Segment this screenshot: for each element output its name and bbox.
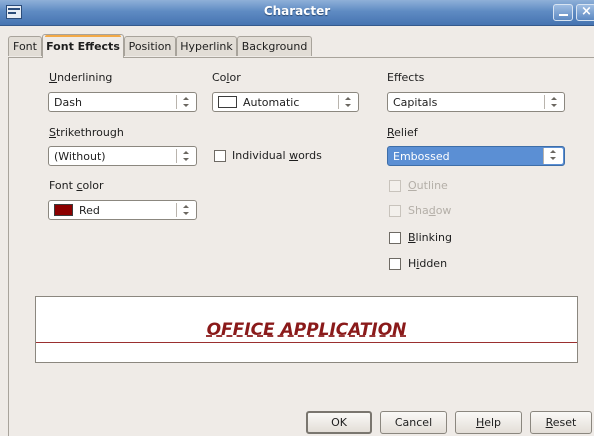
- mnemonic: d: [428, 204, 436, 217]
- outline-checkbox[interactable]: [389, 180, 401, 192]
- close-button[interactable]: ×: [576, 4, 594, 21]
- blinking-label[interactable]: Blinking: [408, 231, 452, 244]
- tab-hyperlink[interactable]: Hyperlink: [176, 36, 237, 56]
- close-icon: ×: [581, 4, 592, 19]
- tab-font[interactable]: Font: [8, 36, 42, 56]
- automatic-swatch: [218, 96, 237, 108]
- label-text: elief: [394, 126, 418, 139]
- spin-arrows-icon[interactable]: [176, 203, 196, 217]
- text-preview: OFFICE APPLICATION: [35, 296, 578, 363]
- font-color-value: Red: [79, 204, 100, 217]
- relief-label: Relief: [387, 126, 418, 139]
- font-color-select[interactable]: Red: [48, 200, 197, 220]
- spin-arrows-icon[interactable]: [338, 95, 358, 109]
- hidden-label[interactable]: Hidden: [408, 257, 447, 270]
- strikethrough-select[interactable]: (Without): [48, 146, 197, 166]
- preview-text: OFFICE APPLICATION: [206, 320, 407, 340]
- color-select[interactable]: Automatic: [212, 92, 359, 112]
- tab-label: Font Effects: [46, 40, 120, 53]
- spin-arrows-icon[interactable]: [176, 95, 196, 109]
- button-text: elp: [484, 416, 502, 429]
- label-text: or: [229, 71, 241, 84]
- label-text: trikethrough: [55, 126, 124, 139]
- font-color-label: Font color: [49, 179, 104, 192]
- mnemonic: O: [408, 179, 417, 192]
- mnemonic: U: [49, 71, 58, 84]
- label-text: ow: [435, 204, 452, 217]
- title-bar[interactable]: Character ×: [0, 0, 594, 26]
- label-text: utline: [416, 179, 448, 192]
- label-text: olor: [82, 179, 104, 192]
- shadow-checkbox[interactable]: [389, 205, 401, 217]
- minimize-button[interactable]: [553, 4, 573, 21]
- red-swatch: [54, 204, 73, 216]
- tab-background[interactable]: Background: [237, 36, 312, 56]
- tab-font-effects[interactable]: Font Effects: [42, 34, 124, 58]
- shadow-label: Shadow: [408, 204, 451, 217]
- label-text: Co: [212, 71, 227, 84]
- hidden-checkbox[interactable]: [389, 258, 401, 270]
- reset-button[interactable]: Reset: [530, 411, 592, 434]
- mnemonic: S: [49, 126, 56, 139]
- effects-label: Effects: [387, 71, 425, 84]
- effects-value: Capitals: [393, 96, 438, 109]
- underlining-value: Dash: [54, 96, 82, 109]
- color-label: Color: [212, 71, 241, 84]
- strikethrough-label: Strikethrough: [49, 126, 124, 139]
- label-text: Font: [49, 179, 77, 192]
- help-button[interactable]: Help: [455, 411, 522, 434]
- blinking-checkbox[interactable]: [389, 232, 401, 244]
- mnemonic: R: [545, 416, 553, 429]
- effects-select[interactable]: Capitals: [387, 92, 565, 112]
- button-text: eset: [552, 416, 577, 429]
- spin-arrows-icon[interactable]: [176, 149, 196, 163]
- underlining-label: Underlining: [49, 71, 112, 84]
- label-text: nderlining: [57, 71, 113, 84]
- relief-value: Embossed: [393, 150, 450, 163]
- minimize-icon: [559, 14, 568, 16]
- label-text: Individual: [232, 149, 290, 162]
- relief-select[interactable]: Embossed: [387, 146, 565, 166]
- label-text: dden: [419, 257, 448, 270]
- label-text: Sha: [408, 204, 429, 217]
- individual-words-checkbox[interactable]: [214, 150, 226, 162]
- tab-position[interactable]: Position: [124, 36, 176, 56]
- ok-button[interactable]: OK: [306, 411, 372, 434]
- tab-label: Position: [128, 40, 172, 53]
- spin-arrows-icon[interactable]: [544, 95, 564, 109]
- tab-label: Background: [241, 40, 308, 53]
- mnemonic: B: [408, 231, 416, 244]
- outline-label: Outline: [408, 179, 448, 192]
- tab-label: Font: [13, 40, 37, 53]
- strikethrough-value: (Without): [54, 150, 106, 163]
- window-title: Character: [263, 4, 331, 18]
- cancel-button[interactable]: Cancel: [380, 411, 447, 434]
- spin-arrows-icon[interactable]: [543, 148, 563, 164]
- mnemonic: H: [475, 416, 485, 429]
- label-text: ords: [298, 149, 322, 162]
- label-text: linking: [415, 231, 453, 244]
- font-effects-panel: [8, 57, 594, 436]
- baseline-line: [36, 342, 577, 343]
- mnemonic: w: [289, 149, 299, 162]
- underlining-select[interactable]: Dash: [48, 92, 197, 112]
- color-value: Automatic: [243, 96, 300, 109]
- tab-label: Hyperlink: [180, 40, 233, 53]
- character-dialog: Character × Font Font Effects Position H…: [0, 0, 594, 436]
- individual-words-label[interactable]: Individual words: [232, 149, 322, 162]
